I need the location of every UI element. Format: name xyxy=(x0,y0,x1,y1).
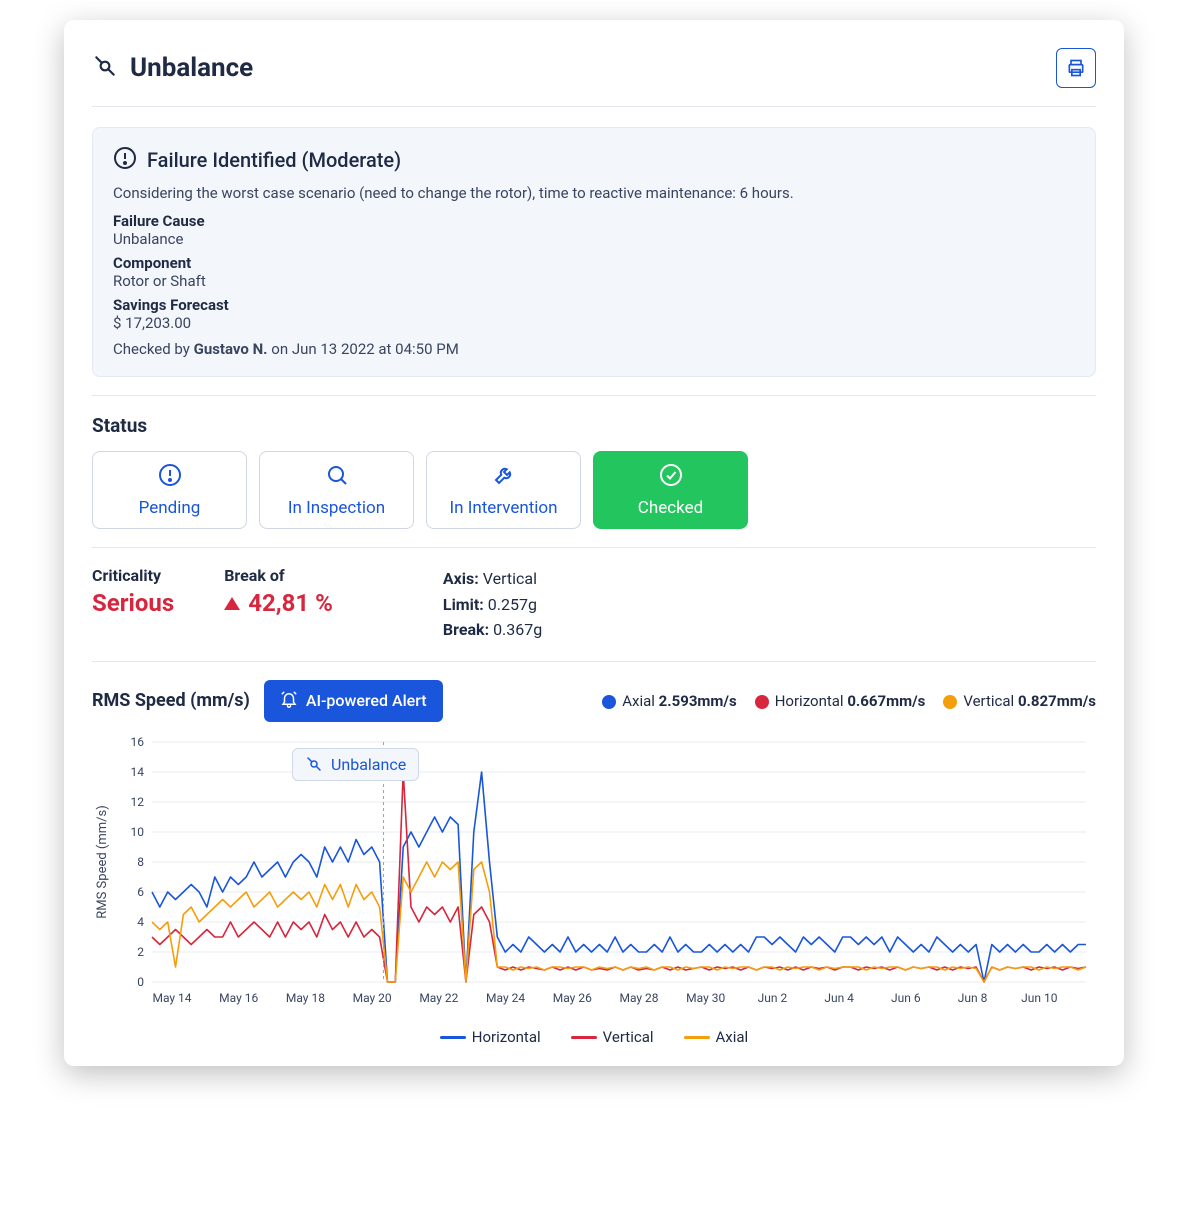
component-field: Component Rotor or Shaft xyxy=(113,254,1075,290)
legend-item-axial: Axial xyxy=(684,1028,749,1046)
dot-icon xyxy=(602,695,616,709)
break-of-value: 42,81 % xyxy=(248,589,333,617)
savings-forecast-field: Savings Forecast $ 17,203.00 xyxy=(113,296,1075,332)
status-label: In Intervention xyxy=(449,498,557,518)
svg-text:8: 8 xyxy=(137,855,144,869)
card-header: Unbalance xyxy=(92,48,1096,107)
svg-text:May 30: May 30 xyxy=(686,991,725,1005)
search-icon xyxy=(325,463,349,492)
failure-cause-field: Failure Cause Unbalance xyxy=(113,212,1075,248)
field-label: Failure Cause xyxy=(113,212,1075,230)
metrics-row: Criticality Serious Break of 42,81 % Axi… xyxy=(92,566,1096,643)
svg-text:14: 14 xyxy=(131,765,145,779)
svg-text:May 14: May 14 xyxy=(152,991,191,1005)
print-button[interactable] xyxy=(1056,48,1096,88)
line-icon xyxy=(571,1036,597,1039)
dot-icon xyxy=(755,695,769,709)
line-icon xyxy=(440,1036,466,1039)
check-circle-icon xyxy=(659,463,683,492)
svg-text:May 24: May 24 xyxy=(486,991,525,1005)
field-value: Rotor or Shaft xyxy=(113,272,206,290)
status-label: Pending xyxy=(139,498,201,518)
bell-icon xyxy=(280,690,298,712)
svg-text:Jun 2: Jun 2 xyxy=(758,991,788,1005)
divider xyxy=(92,547,1096,548)
legend-axial: Axial 2.593mm/s xyxy=(602,692,736,710)
legend-item-horizontal: Horizontal xyxy=(440,1028,541,1046)
break-of-metric: Break of 42,81 % xyxy=(224,566,333,617)
svg-text:Jun 4: Jun 4 xyxy=(824,991,854,1005)
legend-bottom: Horizontal Vertical Axial xyxy=(92,1028,1096,1046)
break-of-label: Break of xyxy=(224,566,333,585)
field-value: $ 17,203.00 xyxy=(113,314,191,332)
ai-alert-label: AI-powered Alert xyxy=(306,691,427,710)
status-checked-button[interactable]: Checked xyxy=(593,451,748,529)
svg-text:16: 16 xyxy=(131,735,145,749)
svg-text:12: 12 xyxy=(131,795,145,809)
criticality-value: Serious xyxy=(92,589,174,617)
ai-alert-button[interactable]: AI-powered Alert xyxy=(264,680,443,722)
status-intervention-button[interactable]: In Intervention xyxy=(426,451,581,529)
svg-text:10: 10 xyxy=(131,825,145,839)
status-label: Checked xyxy=(638,498,703,518)
svg-text:6: 6 xyxy=(137,885,144,899)
svg-text:2: 2 xyxy=(137,945,144,959)
failure-info-panel: Failure Identified (Moderate) Considerin… xyxy=(92,127,1096,377)
svg-text:Jun 10: Jun 10 xyxy=(1021,991,1058,1005)
status-label: In Inspection xyxy=(288,498,385,518)
triangle-up-icon xyxy=(224,597,240,610)
status-heading: Status xyxy=(92,414,1096,437)
failure-description: Considering the worst case scenario (nee… xyxy=(113,184,1075,202)
failure-heading: Failure Identified (Moderate) xyxy=(147,148,401,172)
legend-top: Axial 2.593mm/s Horizontal 0.667mm/s Ver… xyxy=(602,692,1096,710)
wrench-icon xyxy=(492,463,516,492)
status-pending-button[interactable]: Pending xyxy=(92,451,247,529)
criticality-label: Criticality xyxy=(92,566,174,585)
legend-item-vertical: Vertical xyxy=(571,1028,654,1046)
field-label: Component xyxy=(113,254,1075,272)
axis-info: Axis: Vertical Limit: 0.257g Break: 0.36… xyxy=(443,566,542,643)
alert-circle-icon xyxy=(158,463,182,492)
unbalance-tag-label: Unbalance xyxy=(331,755,406,774)
status-button-row: Pending In Inspection In Intervention Ch… xyxy=(92,451,1096,529)
legend-horizontal: Horizontal 0.667mm/s xyxy=(755,692,926,710)
svg-text:4: 4 xyxy=(137,915,144,929)
rms-speed-chart: 0 2 4 6 8 10 12 14 16 RMS Speed (mm/s) May 14 May 1… xyxy=(92,732,1096,1022)
svg-text:Jun 6: Jun 6 xyxy=(891,991,921,1005)
svg-text:May 16: May 16 xyxy=(219,991,258,1005)
unbalance-card: Unbalance Failure Identified (Moderate) … xyxy=(64,20,1124,1066)
dot-icon xyxy=(943,695,957,709)
svg-text:May 22: May 22 xyxy=(419,991,458,1005)
svg-text:0: 0 xyxy=(137,975,144,989)
alert-circle-icon xyxy=(113,146,137,174)
chart-wrap: Unbalance 0 2 4 6 8 10 12 14 16 RMS Speed (mm/s) M… xyxy=(92,732,1096,1022)
divider xyxy=(92,395,1096,396)
svg-text:May 26: May 26 xyxy=(553,991,592,1005)
criticality-metric: Criticality Serious xyxy=(92,566,174,617)
field-value: Unbalance xyxy=(113,230,184,248)
unbalance-icon xyxy=(92,53,118,83)
svg-text:May 18: May 18 xyxy=(286,991,325,1005)
svg-text:May 20: May 20 xyxy=(353,991,392,1005)
svg-text:RMS Speed (mm/s): RMS Speed (mm/s) xyxy=(95,805,110,919)
line-icon xyxy=(684,1036,710,1039)
chart-header: RMS Speed (mm/s) AI-powered Alert Axial … xyxy=(92,680,1096,722)
svg-text:May 28: May 28 xyxy=(619,991,658,1005)
divider xyxy=(92,661,1096,662)
svg-text:Jun 8: Jun 8 xyxy=(958,991,988,1005)
legend-vertical: Vertical 0.827mm/s xyxy=(943,692,1096,710)
chart-title: RMS Speed (mm/s) xyxy=(92,690,250,711)
checked-by-text: Checked by Gustavo N. on Jun 13 2022 at … xyxy=(113,340,1075,358)
page-title: Unbalance xyxy=(130,53,253,83)
status-inspection-button[interactable]: In Inspection xyxy=(259,451,414,529)
field-label: Savings Forecast xyxy=(113,296,1075,314)
unbalance-tag[interactable]: Unbalance xyxy=(292,748,419,781)
